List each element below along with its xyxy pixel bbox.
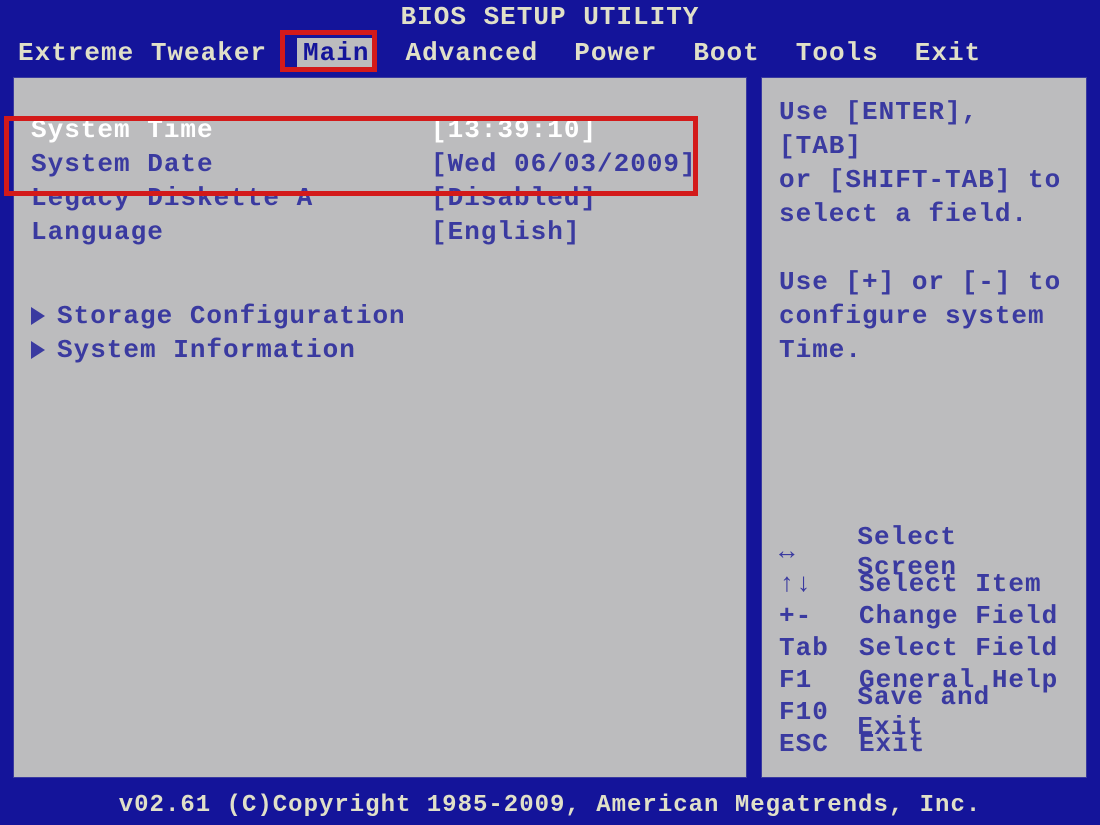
menu-bar: Extreme Tweaker Main Advanced Power Boot… [0,34,1100,74]
menu-item-extreme-tweaker[interactable]: Extreme Tweaker [0,38,285,68]
key-arrows-lr-icon: ↔ [779,537,857,567]
submenu-label: Storage Configuration [57,301,406,331]
row-language[interactable]: Language [English] [31,215,729,249]
help-line: or [SHIFT-TAB] to [779,163,1069,197]
bios-screen: BIOS SETUP UTILITY Extreme Tweaker Main … [0,0,1100,825]
submenu-system-information[interactable]: System Information [31,333,729,367]
key-arrows-ud-icon: ↑↓ [779,569,859,599]
row-legacy-diskette-a[interactable]: Legacy Diskette A [Disabled] [31,181,729,215]
key-row-select-field: Tab Select Field [779,632,1069,664]
key-row-change-field: +- Change Field [779,600,1069,632]
key-f1: F1 [779,665,859,695]
key-legend: ↔ Select Screen ↑↓ Select Item +- Change… [779,536,1069,760]
help-text: Use [ENTER], [TAB] or [SHIFT-TAB] to sel… [779,95,1069,367]
key-desc: Exit [859,729,925,759]
submenu-label: System Information [57,335,356,365]
value-language[interactable]: [English] [431,217,580,247]
footer-copyright: v02.61 (C)Copyright 1985-2009, American … [0,789,1100,825]
key-plus-minus-icon: +- [779,601,859,631]
key-desc: Change Field [859,601,1058,631]
menu-item-boot[interactable]: Boot [675,38,777,68]
key-f10: F10 [779,697,857,727]
label-system-date: System Date [31,149,431,179]
value-legacy-diskette-a[interactable]: [Disabled] [431,183,597,213]
key-esc: ESC [779,729,859,759]
label-legacy-diskette-a: Legacy Diskette A [31,183,431,213]
value-system-time[interactable]: [13:39:10] [431,115,597,145]
key-row-select-screen: ↔ Select Screen [779,536,1069,568]
menu-item-main[interactable]: Main [297,38,375,68]
triangle-right-icon [31,341,45,359]
submenu-storage-configuration[interactable]: Storage Configuration [31,299,729,333]
help-line: Use [+] or [-] to [779,265,1069,299]
menu-item-exit[interactable]: Exit [897,38,999,68]
row-system-time[interactable]: System Time [13:39:10] [31,113,729,147]
key-desc: Select Item [859,569,1042,599]
key-row-select-item: ↑↓ Select Item [779,568,1069,600]
row-system-date[interactable]: System Date [Wed 06/03/2009] [31,147,729,181]
menu-item-power[interactable]: Power [556,38,675,68]
help-line-blank [779,231,1069,265]
help-line: select a field. [779,197,1069,231]
key-tab: Tab [779,633,859,663]
triangle-right-icon [31,307,45,325]
label-language: Language [31,217,431,247]
key-desc: Select Field [859,633,1058,663]
help-line: configure system Time. [779,299,1069,367]
title-bar: BIOS SETUP UTILITY [0,0,1100,34]
help-panel: Use [ENTER], [TAB] or [SHIFT-TAB] to sel… [758,74,1090,781]
work-area: System Time [13:39:10] System Date [Wed … [10,74,1090,781]
label-system-time: System Time [31,115,431,145]
settings-panel: System Time [13:39:10] System Date [Wed … [10,74,750,781]
value-system-date[interactable]: [Wed 06/03/2009] [431,149,697,179]
help-line: Use [ENTER], [TAB] [779,95,1069,163]
app-title: BIOS SETUP UTILITY [401,2,700,32]
menu-item-tools[interactable]: Tools [778,38,897,68]
menu-item-advanced[interactable]: Advanced [387,38,556,68]
key-row-save-exit: F10 Save and Exit [779,696,1069,728]
